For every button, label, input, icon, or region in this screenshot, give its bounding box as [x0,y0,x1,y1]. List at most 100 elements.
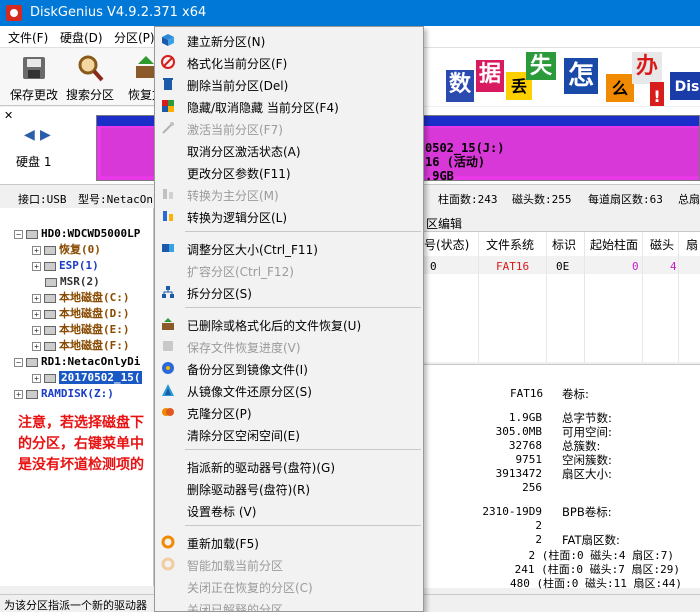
partition-icon [44,245,56,255]
bpb-label: BPB卷标: [562,505,612,519]
menu-format-partition[interactable]: 格式化当前分区(F) [155,51,423,73]
save-disk-icon [23,57,45,79]
close-panel-icon[interactable]: ✕ [4,109,13,122]
menu-activate-partition[interactable]: 激活当前分区(F7) [155,117,423,139]
col-header-start-cylinder[interactable]: 起始柱面 [590,236,638,253]
interface-info: 接口:USB [18,193,67,206]
menu-smart-load[interactable]: 智能加载当前分区 [155,553,423,575]
col-header-sector[interactable]: 扇 [686,236,698,253]
partition-edit-tab[interactable]: 区编辑 [424,212,700,232]
menu-close-interpreted-partition[interactable]: 关闭已解释的分区 [155,597,423,611]
banner-char: 怎 [564,58,598,94]
info-value: 9751 [515,453,543,466]
search-partition-button[interactable]: 搜索分区 [62,52,118,104]
disk-label: 硬盘 1 [16,155,52,169]
tree-disk-hd0[interactable]: − HD0:WDCWD5000LP [14,226,140,242]
collapse-icon[interactable]: − [14,229,23,239]
menu-close-recovering-partition[interactable]: 关闭正在恢复的分区(C) [155,575,423,597]
menu-restore-from-image[interactable]: 从镜像文件还原分区(S) [155,379,423,401]
banner-ad[interactable]: 数 据 丢 失 怎 么 办 ! Dis [424,48,700,106]
cell-index: 0 [430,260,437,273]
tree-partition[interactable]: + 本地磁盘(F:) [32,338,130,354]
menu-file[interactable]: 文件(F) [8,29,48,46]
title-bar: DiskGenius V4.9.2.371 x64 [0,0,700,26]
menu-set-volume-label[interactable]: 设置卷标 (V) [155,499,423,521]
menu-split-partition[interactable]: 拆分分区(S) [155,281,423,303]
previous-disk-icon[interactable]: ◀ [24,127,35,143]
banner-char: ! [650,82,664,106]
tree-disk-rd1[interactable]: − RD1:NetacOnlyDi [14,354,140,370]
menu-partition[interactable]: 分区(P) [114,29,155,46]
menu-create-partition[interactable]: 建立新分区(N) [155,29,423,51]
save-changes-button[interactable]: 保存更改 [6,52,62,104]
save-progress-icon [163,341,173,351]
info-value: 256 [522,481,542,494]
col-header-filesystem[interactable]: 文件系统 [486,236,534,253]
menu-expand-partition[interactable]: 扩容分区(Ctrl_F12) [155,259,423,281]
menu-separator [185,525,421,526]
menu-deactivate-partition[interactable]: 取消分区激活状态(A) [155,139,423,161]
col-header-status[interactable]: 号(状态) [424,236,469,253]
split-icon [162,286,174,298]
menu-resize-partition[interactable]: 调整分区大小(Ctrl_F11) [155,237,423,259]
chs-value: 480 (柱面:0 磁头:11 扇区:44) [510,577,682,590]
menu-delete-partition[interactable]: 删除当前分区(Del) [155,73,423,95]
tree-partition[interactable]: + ESP(1) [32,258,99,274]
next-disk-icon[interactable]: ▶ [40,127,51,143]
expand-icon[interactable]: + [32,261,41,271]
expand-icon[interactable]: + [32,293,41,303]
partition-context-menu: 建立新分区(N) 格式化当前分区(F) 删除当前分区(Del) 隐藏/取消隐藏 … [154,26,424,612]
disk-tree: − HD0:WDCWD5000LP + 恢复(0) + ESP(1) MSR(2) +… [0,208,154,586]
menu-change-parameters[interactable]: 更改分区参数(F11) [155,161,423,183]
partition-icon [44,325,56,335]
menu-assign-drive-letter[interactable]: 指派新的驱动器号(盘符)(G) [155,455,423,477]
menu-separator [185,449,421,450]
partition-icon [44,261,56,271]
menu-hide-partition[interactable]: 隐藏/取消隐藏 当前分区(F4) [155,95,423,117]
new-partition-icon [162,34,174,46]
tree-partition[interactable]: + 恢复(0) [32,242,101,258]
hide-icon [162,100,174,112]
menu-remove-drive-letter[interactable]: 删除驱动器号(盘符)(R) [155,477,423,499]
partition-table: 号(状态) 文件系统 标识 起始柱面 磁头 扇 0 FAT16 0E 0 4 [424,232,700,362]
search-partition-label: 搜索分区 [65,88,114,102]
menu-save-recovery-progress[interactable]: 保存文件恢复进度(V) [155,335,423,357]
heads-info: 磁头数:255 [512,193,572,206]
backup-image-icon [162,362,174,374]
menu-separator [185,307,421,308]
tree-partition[interactable]: + 本地磁盘(D:) [32,306,130,322]
menu-backup-to-image[interactable]: 备份分区到镜像文件(I) [155,357,423,379]
tree-partition[interactable]: + 本地磁盘(E:) [32,322,130,338]
expand-icon[interactable]: + [32,245,41,255]
info-value: 1.9GB [508,411,542,424]
info-value: 305.0MB [495,425,542,438]
expand-icon[interactable]: + [32,309,41,319]
banner-char: 数 [446,70,474,102]
tree-ramdisk[interactable]: + RAMDISK(Z:) [14,386,114,402]
expand-icon[interactable]: + [32,325,41,335]
menu-file-recovery[interactable]: 已删除或格式化后的文件恢复(U) [155,313,423,335]
window-title: DiskGenius V4.9.2.371 x64 [30,5,207,20]
partition-size: .9GB [425,169,454,183]
tree-partition[interactable]: MSR(2) [45,274,100,290]
menu-clone-partition[interactable]: 克隆分区(P) [155,401,423,423]
expand-icon[interactable]: + [32,341,41,351]
col-header-id[interactable]: 标识 [552,236,576,253]
tree-partition[interactable]: + 本地磁盘(C:) [32,290,130,306]
menu-wipe-free-space[interactable]: 清除分区空闲空间(E) [155,423,423,445]
usb-disk-icon [26,357,38,367]
col-header-head[interactable]: 磁头 [650,236,674,253]
banner-char: Dis [670,72,700,100]
convert-logical-icon [163,211,173,221]
expand-icon[interactable]: + [14,389,23,399]
collapse-icon[interactable]: − [14,357,23,367]
serial-value: 2310-19D9 [482,505,542,518]
menu-convert-primary[interactable]: 转换为主分区(M) [155,183,423,205]
tree-partition-selected[interactable]: +20170502_15( [32,370,143,386]
expand-icon[interactable]: + [32,373,41,383]
cell-id: 0E [556,260,570,273]
model-info: 型号:NetacOnl [78,193,160,206]
menu-convert-logical[interactable]: 转换为逻辑分区(L) [155,205,423,227]
menu-reload[interactable]: 重新加载(F5) [155,531,423,553]
menu-disk[interactable]: 硬盘(D) [60,29,103,46]
